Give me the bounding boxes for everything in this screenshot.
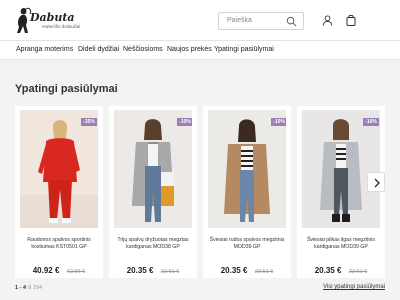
price-row: 20.35 € 22.61 € — [203, 260, 291, 278]
nav-item-plus-sizes[interactable]: Dideli dydžiai — [78, 46, 119, 53]
product-name[interactable]: Šviesiai pilkas ilgas megztinis kardigan… — [301, 237, 381, 251]
discount-badge: -35% — [81, 118, 97, 126]
see-all-offers-link[interactable]: Visi ypatingi pasiūlymai — [323, 284, 385, 290]
price-row: 20.35 € 22.61 € — [109, 260, 197, 278]
product-name[interactable]: Šviesiai rudos spalvos megztinis MOD39 G… — [207, 237, 287, 251]
product-image[interactable]: -10% — [114, 110, 192, 228]
product-image[interactable]: -10% — [208, 110, 286, 228]
product-old-price: 22.61 € — [160, 269, 180, 275]
product-name[interactable]: Raudonos spalvos sportinis kostiumas KST… — [19, 237, 99, 251]
site-header: Dabuta moteriški drabužiai Paieška — [0, 0, 400, 40]
product-old-price: 62.96 € — [66, 269, 86, 275]
logo-tagline: moteriški drabužiai — [42, 24, 81, 29]
nav-item-new-products[interactable]: Naujos prekės — [167, 46, 212, 53]
nav-item-women-clothing[interactable]: Apranga moterims — [16, 46, 73, 53]
product-image[interactable]: -35% — [20, 110, 98, 228]
product-old-price: 22.61 € — [254, 269, 274, 275]
product-price: 20.35 € — [126, 266, 154, 275]
nav-item-special-offers[interactable]: Ypatingi pasiūlymai — [214, 46, 274, 53]
product-name[interactable]: Trijų spalvų dryžuotas megztas kardigana… — [113, 237, 193, 251]
search-icon[interactable] — [286, 16, 297, 27]
price-row: 20.35 € 22.61 € — [297, 260, 385, 278]
product-price: 20.35 € — [314, 266, 342, 275]
logo-text: Dabuta — [30, 11, 75, 24]
pagination-range: 1 - 4 — [15, 285, 27, 291]
search-placeholder: Paieška — [227, 17, 252, 24]
discount-badge: -10% — [363, 118, 379, 126]
product-image[interactable]: -10% — [302, 110, 380, 228]
discount-badge: -10% — [177, 118, 192, 126]
pagination-total: iš 294 — [27, 285, 43, 291]
discount-badge: -10% — [271, 118, 286, 126]
pagination-counter: 1 - 4 iš 294 — [15, 285, 42, 291]
product-card[interactable]: -10% Šviesiai rudos spalvos megztinis MO… — [203, 106, 291, 278]
section-title: Ypatingi pasiūlymai — [15, 83, 118, 95]
product-old-price: 22.61 € — [348, 269, 368, 275]
main-navigation: Apranga moterims Dideli dydžiai Nėščiosi… — [0, 40, 400, 60]
price-row: 40.92 € 62.96 € — [15, 260, 103, 278]
chevron-right-icon — [374, 178, 380, 188]
product-card[interactable]: -35% Raudonos spalvos sportinis kostiuma… — [15, 106, 103, 278]
shopping-bag-icon[interactable] — [346, 14, 356, 26]
user-icon[interactable] — [322, 15, 333, 26]
product-card[interactable]: -10% Trijų spalvų dryžuotas megztas kard… — [109, 106, 197, 278]
logo[interactable]: Dabuta moteriški drabužiai — [12, 5, 80, 35]
carousel-next-button[interactable] — [367, 172, 385, 192]
search-input[interactable]: Paieška — [218, 12, 304, 30]
product-price: 20.35 € — [220, 266, 248, 275]
nav-item-maternity[interactable]: Nėščiosioms — [123, 46, 163, 53]
product-price: 40.92 € — [32, 266, 60, 275]
